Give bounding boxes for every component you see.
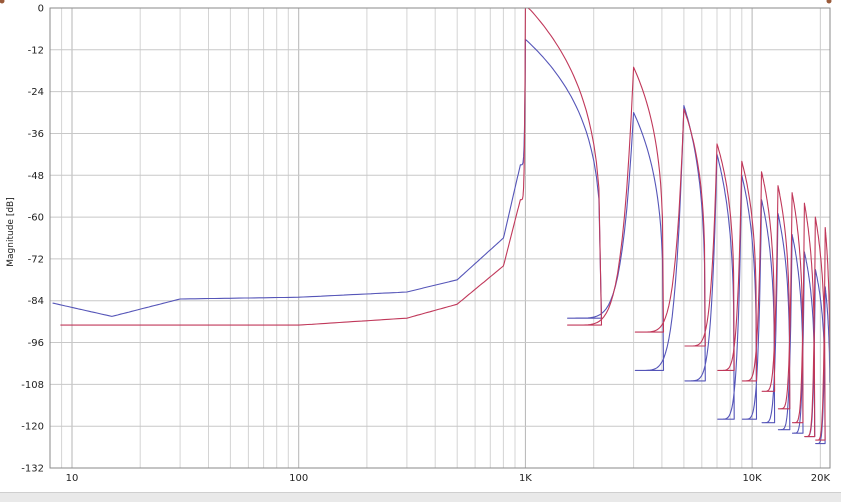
y-tick-label: -120 — [21, 422, 44, 433]
y-tick-label: -108 — [21, 380, 44, 391]
y-tick-label: -72 — [28, 254, 44, 265]
y-tick-label: 0 — [38, 4, 44, 15]
y-axis-ticks: 0 -12 -24 -36 -48 -60 -72 -84 -96 -108 -120 -132 — [21, 4, 44, 475]
y-tick-label: -60 — [28, 213, 44, 224]
corner-marker-left — [0, 0, 5, 4]
y-axis-label: Magnitude [dB] — [6, 197, 16, 266]
corner-marker-right — [826, 0, 832, 4]
y-tick-label: -132 — [21, 464, 44, 475]
chart-window: 0 -12 -24 -36 -48 -60 -72 -84 -96 -108 -120 -132 10… — [0, 0, 841, 502]
y-tick-label: -84 — [28, 296, 44, 307]
y-tick-label: -48 — [28, 171, 44, 182]
x-tick-label: 1K — [519, 473, 532, 484]
y-tick-label: -96 — [28, 338, 44, 349]
plot-area — [50, 8, 830, 468]
x-tick-label: 10K — [742, 473, 762, 484]
x-tick-label: 10 — [66, 473, 79, 484]
x-tick-label: 100 — [289, 473, 308, 484]
x-tick-label: 20K — [811, 473, 831, 484]
y-tick-label: -12 — [28, 45, 44, 56]
x-axis-ticks: 10 100 1K 10K 20K — [66, 473, 831, 484]
y-tick-label: -36 — [28, 129, 44, 140]
magnitude-chart: 0 -12 -24 -36 -48 -60 -72 -84 -96 -108 -120 -132 10… — [0, 0, 832, 484]
y-tick-label: -24 — [28, 87, 44, 98]
